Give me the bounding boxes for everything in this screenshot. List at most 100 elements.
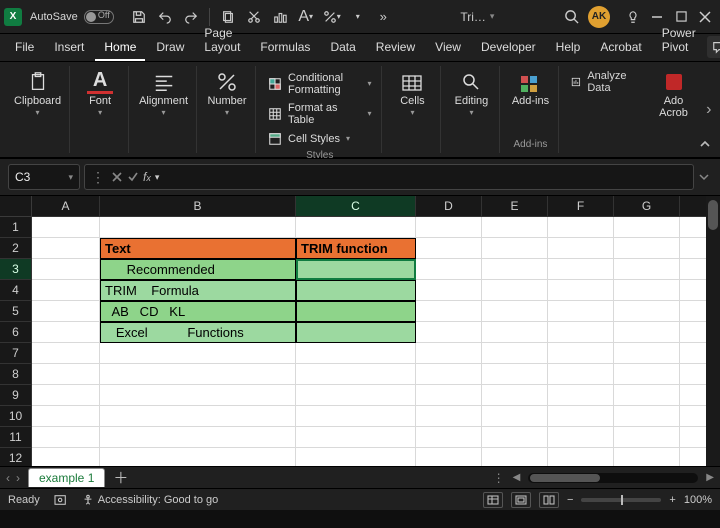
undo-icon[interactable] xyxy=(154,6,176,28)
cell-C4[interactable] xyxy=(296,280,416,301)
view-page-layout-icon[interactable] xyxy=(511,492,531,508)
font-button[interactable]: A Font ▾ xyxy=(78,68,122,119)
addins-button[interactable]: Add-ins xyxy=(508,68,552,110)
cell-A10[interactable] xyxy=(32,406,100,427)
cell-A9[interactable] xyxy=(32,385,100,406)
formula-input[interactable]: ⋮ fx ▾ xyxy=(84,164,694,190)
tab-home[interactable]: Home xyxy=(95,35,145,61)
cell-A8[interactable] xyxy=(32,364,100,385)
cell-E12[interactable] xyxy=(482,448,548,466)
hscroll-right-icon[interactable]: ▶ xyxy=(706,472,714,483)
cell-A1[interactable] xyxy=(32,217,100,238)
cell-E7[interactable] xyxy=(482,343,548,364)
zoom-out-button[interactable]: − xyxy=(567,494,573,506)
cell-C12[interactable] xyxy=(296,448,416,466)
number-button[interactable]: Number ▾ xyxy=(205,68,249,119)
cell-G7[interactable] xyxy=(614,343,680,364)
cell-D2[interactable] xyxy=(416,238,482,259)
cell-C2[interactable]: TRIM function xyxy=(296,238,416,259)
column-header[interactable]: G xyxy=(614,196,680,217)
comments-button[interactable] xyxy=(707,36,720,58)
spreadsheet-grid[interactable]: ABCDEFG12TextTRIM function3 Recommended4… xyxy=(0,196,720,466)
cell-G10[interactable] xyxy=(614,406,680,427)
hscroll-left-icon[interactable]: ◀ xyxy=(513,472,521,483)
row-header[interactable]: 9 xyxy=(0,385,32,406)
cell-A4[interactable] xyxy=(32,280,100,301)
qat-overflow-icon[interactable]: ▾ xyxy=(347,6,369,28)
tab-power-pivot[interactable]: Power Pivot xyxy=(653,21,705,61)
cell-D10[interactable] xyxy=(416,406,482,427)
cell-B7[interactable] xyxy=(100,343,296,364)
cell-B12[interactable] xyxy=(100,448,296,466)
alignment-button[interactable]: Alignment ▾ xyxy=(137,68,190,119)
cell-G8[interactable] xyxy=(614,364,680,385)
accept-formula-icon[interactable] xyxy=(127,171,139,183)
cell-E5[interactable] xyxy=(482,301,548,322)
cell-F7[interactable] xyxy=(548,343,614,364)
cells-button[interactable]: Cells ▾ xyxy=(390,68,434,119)
chart-quick-icon[interactable] xyxy=(269,6,291,28)
cell-A2[interactable] xyxy=(32,238,100,259)
cell-E11[interactable] xyxy=(482,427,548,448)
cell-D7[interactable] xyxy=(416,343,482,364)
cell-E9[interactable] xyxy=(482,385,548,406)
column-header[interactable]: B xyxy=(100,196,296,217)
user-avatar[interactable]: AK xyxy=(588,6,610,28)
row-header[interactable]: 12 xyxy=(0,448,32,466)
acrobat-button[interactable]: AdoAcrob xyxy=(652,68,696,121)
cell-F1[interactable] xyxy=(548,217,614,238)
cell-F8[interactable] xyxy=(548,364,614,385)
sheet-tab-active[interactable]: example 1 xyxy=(28,468,105,487)
macro-record-icon[interactable] xyxy=(54,494,68,506)
cell-E3[interactable] xyxy=(482,259,548,280)
tab-file[interactable]: File xyxy=(6,35,43,61)
cell-B4[interactable]: TRIM Formula xyxy=(100,280,296,301)
cell-F5[interactable] xyxy=(548,301,614,322)
cell-F4[interactable] xyxy=(548,280,614,301)
cell-G2[interactable] xyxy=(614,238,680,259)
cell-C7[interactable] xyxy=(296,343,416,364)
horizontal-scrollbar[interactable] xyxy=(528,473,698,483)
cell-A5[interactable] xyxy=(32,301,100,322)
search-icon[interactable] xyxy=(560,6,582,28)
cell-styles-button[interactable]: Cell Styles ▾ xyxy=(264,130,354,148)
cell-A11[interactable] xyxy=(32,427,100,448)
autosave-toggle[interactable] xyxy=(84,10,114,24)
paste-button[interactable]: Clipboard ▾ xyxy=(12,68,63,119)
cell-F10[interactable] xyxy=(548,406,614,427)
cell-F2[interactable] xyxy=(548,238,614,259)
row-header[interactable]: 3 xyxy=(0,259,32,280)
cell-A12[interactable] xyxy=(32,448,100,466)
cell-D1[interactable] xyxy=(416,217,482,238)
cell-C5[interactable] xyxy=(296,301,416,322)
formula-options-icon[interactable]: ⋮ xyxy=(91,169,105,186)
collapse-ribbon-icon[interactable] xyxy=(694,135,716,153)
select-all-corner[interactable] xyxy=(0,196,32,217)
cancel-formula-icon[interactable] xyxy=(111,171,123,183)
tab-draw[interactable]: Draw xyxy=(147,35,193,61)
cell-E10[interactable] xyxy=(482,406,548,427)
cell-D5[interactable] xyxy=(416,301,482,322)
cell-D11[interactable] xyxy=(416,427,482,448)
row-header[interactable]: 5 xyxy=(0,301,32,322)
cell-D12[interactable] xyxy=(416,448,482,466)
tab-insert[interactable]: Insert xyxy=(45,35,93,61)
tab-acrobat[interactable]: Acrobat xyxy=(591,35,650,61)
add-sheet-button[interactable]: ＋ xyxy=(113,467,128,488)
expand-formula-bar-icon[interactable] xyxy=(696,169,712,185)
cell-C8[interactable] xyxy=(296,364,416,385)
cell-A3[interactable] xyxy=(32,259,100,280)
name-box[interactable]: C3 ▾ xyxy=(8,164,80,190)
tab-view[interactable]: View xyxy=(426,35,470,61)
cell-E2[interactable] xyxy=(482,238,548,259)
cell-B8[interactable] xyxy=(100,364,296,385)
cell-B3[interactable]: Recommended xyxy=(100,259,296,280)
cell-F11[interactable] xyxy=(548,427,614,448)
cell-C3[interactable] xyxy=(296,259,416,280)
cell-G12[interactable] xyxy=(614,448,680,466)
cell-F6[interactable] xyxy=(548,322,614,343)
column-header[interactable]: A xyxy=(32,196,100,217)
sheet-options-icon[interactable]: ⋮ xyxy=(493,471,505,485)
row-header[interactable]: 8 xyxy=(0,364,32,385)
cell-F12[interactable] xyxy=(548,448,614,466)
